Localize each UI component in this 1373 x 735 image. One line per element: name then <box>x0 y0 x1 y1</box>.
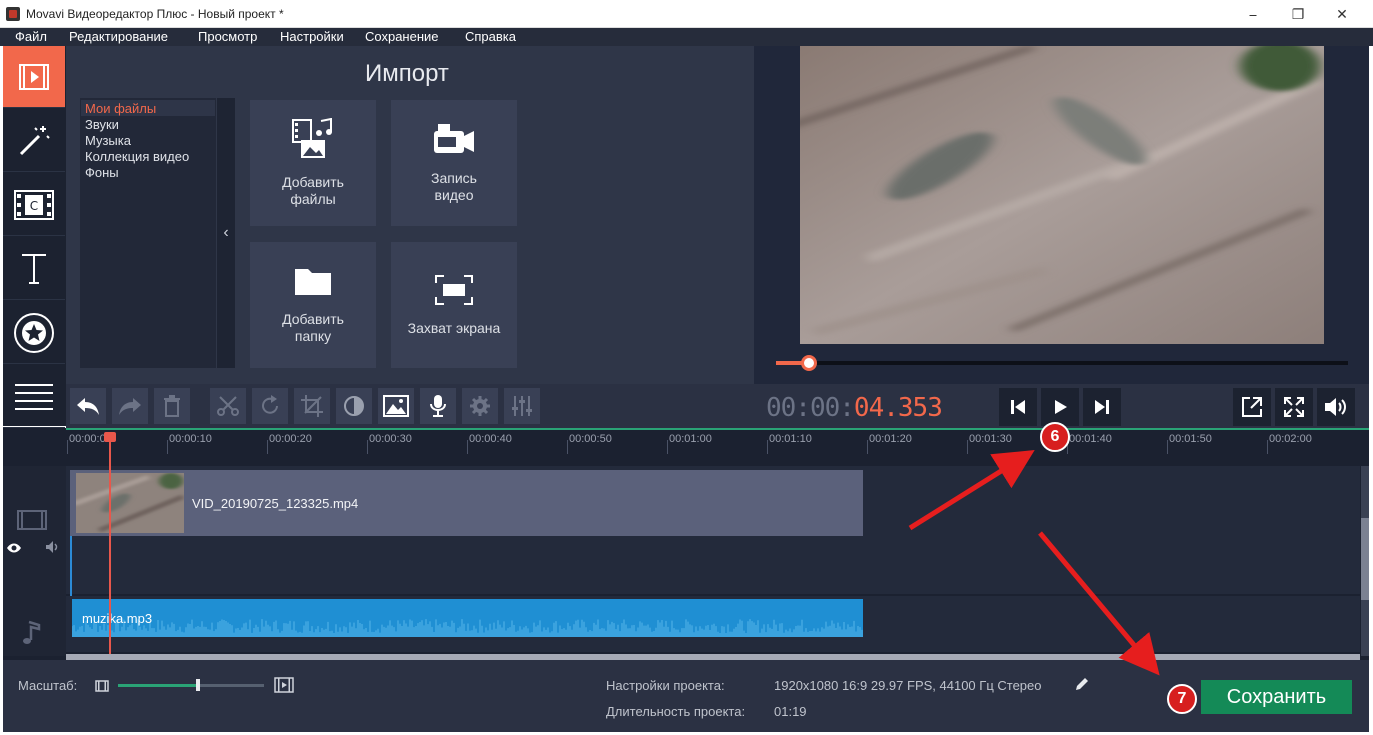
tutorial-arrows <box>908 450 1160 676</box>
step-marker-6: 6 <box>1040 422 1070 452</box>
arrow-to-save <box>1038 531 1160 676</box>
arrow-to-ruler <box>908 450 1035 531</box>
step-marker-7: 7 <box>1167 684 1197 714</box>
